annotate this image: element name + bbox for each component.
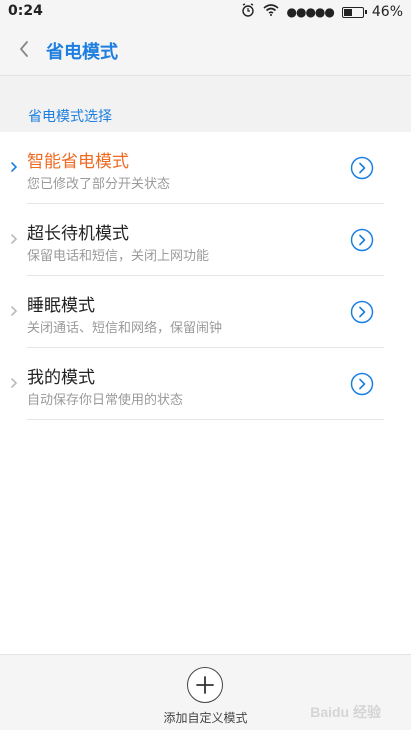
add-mode-button[interactable] bbox=[187, 667, 223, 703]
alarm-icon bbox=[241, 3, 255, 21]
circle-chevron-right-icon[interactable] bbox=[350, 156, 374, 180]
mode-list: 智能省电模式 您已修改了部分开关状态 超长待机模式 保留电话和短信，关闭上网功能… bbox=[0, 132, 411, 420]
battery-percent: 46% bbox=[371, 4, 403, 20]
watermark: Baidu 经验 bbox=[310, 704, 381, 720]
bottom-bar: 添加自定义模式 Baidu 经验 bbox=[0, 654, 411, 730]
wifi-icon bbox=[262, 4, 279, 20]
mode-title: 智能省电模式 bbox=[27, 152, 129, 172]
circle-chevron-right-icon[interactable] bbox=[350, 228, 374, 252]
mode-item[interactable]: 我的模式 自动保存你日常使用的状态 bbox=[0, 348, 411, 420]
mode-item[interactable]: 智能省电模式 您已修改了部分开关状态 bbox=[0, 132, 411, 204]
status-icons: ●●●●● 46% bbox=[241, 3, 403, 21]
mode-title: 睡眠模式 bbox=[27, 296, 95, 316]
divider bbox=[27, 419, 384, 420]
circle-chevron-right-icon[interactable] bbox=[350, 300, 374, 324]
status-time: 0:24 bbox=[8, 3, 43, 19]
back-button[interactable] bbox=[14, 36, 36, 62]
chevron-right-icon bbox=[11, 306, 18, 316]
chevron-right-icon bbox=[11, 162, 18, 172]
mode-title: 我的模式 bbox=[27, 368, 95, 388]
mode-subtitle: 自动保存你日常使用的状态 bbox=[27, 393, 184, 408]
chevron-left-icon bbox=[20, 41, 28, 57]
battery-icon bbox=[341, 6, 367, 18]
section-label: 省电模式选择 bbox=[28, 109, 112, 125]
mode-item[interactable]: 睡眠模式 关闭通话、短信和网络，保留闹钟 bbox=[0, 276, 411, 348]
chevron-right-icon bbox=[11, 378, 18, 388]
mode-title: 超长待机模式 bbox=[27, 224, 129, 244]
mode-item[interactable]: 超长待机模式 保留电话和短信，关闭上网功能 bbox=[0, 204, 411, 276]
signal-icon: ●●●●● bbox=[286, 5, 335, 19]
circle-chevron-right-icon[interactable] bbox=[350, 372, 374, 396]
mode-subtitle: 您已修改了部分开关状态 bbox=[27, 177, 171, 192]
chevron-right-icon bbox=[11, 234, 18, 244]
mode-subtitle: 保留电话和短信，关闭上网功能 bbox=[27, 249, 210, 264]
mode-subtitle: 关闭通话、短信和网络，保留闹钟 bbox=[27, 321, 223, 336]
page-title: 省电模式 bbox=[46, 42, 118, 63]
status-bar: 0:24 ●●●●● 46% bbox=[0, 0, 411, 24]
plus-icon bbox=[196, 676, 214, 694]
header: 省电模式 bbox=[0, 24, 411, 76]
